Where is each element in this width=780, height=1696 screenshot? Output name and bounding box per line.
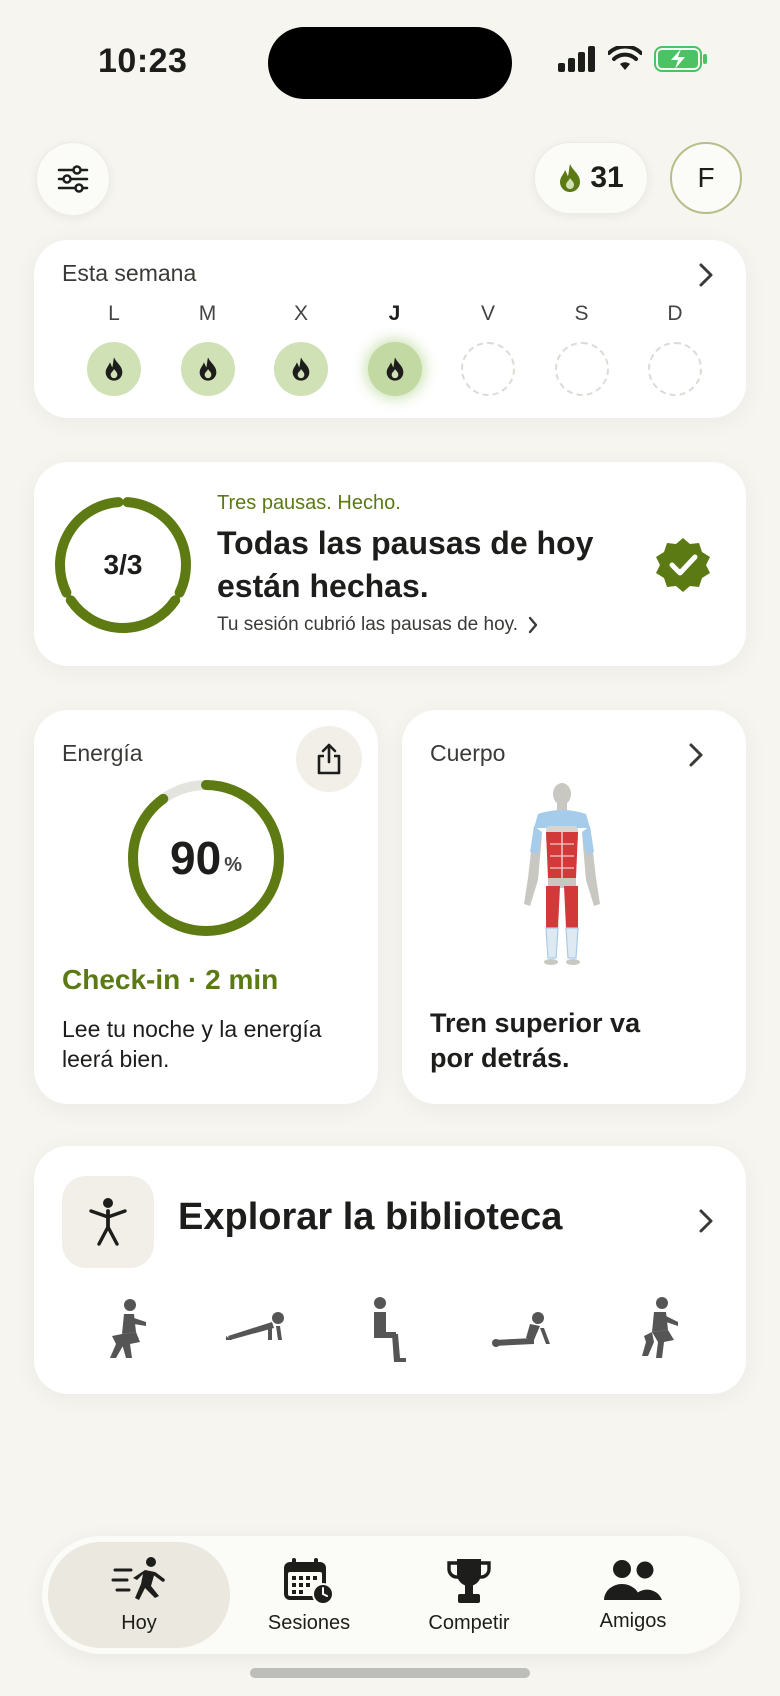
week-day-letter: J	[388, 302, 401, 325]
library-title: Explorar la biblioteca	[178, 1196, 563, 1238]
week-day-status	[87, 342, 141, 396]
cobra-figure-icon[interactable]	[490, 1310, 552, 1352]
nav-label-sesiones: Sesiones	[267, 1611, 351, 1634]
week-day-status	[180, 342, 235, 396]
pauses-headline-line2: están hechas.	[217, 568, 429, 604]
filters-button[interactable]	[36, 142, 110, 216]
streak-count: 31	[590, 161, 624, 194]
nav-item-amigos[interactable]: Amigos	[558, 1536, 708, 1654]
body-title: Cuerpo	[430, 740, 506, 766]
body-card[interactable]: Cuerpo Tren superior va por detrás.	[402, 710, 746, 1104]
avatar[interactable]: F	[670, 142, 742, 214]
verified-check-icon	[656, 538, 710, 592]
week-day[interactable]: V	[460, 302, 516, 396]
body-description-line1: Tren superior va	[430, 1008, 641, 1038]
chevron-right-icon	[699, 1209, 713, 1233]
flame-icon	[105, 357, 123, 381]
energy-description-line2: leerá bien.	[62, 1046, 170, 1072]
week-day-status	[554, 342, 609, 396]
cellular-signal-icon	[558, 46, 595, 72]
week-day[interactable]: L	[86, 302, 142, 396]
body-muscle-map	[524, 783, 600, 965]
week-day[interactable]: J	[367, 302, 423, 396]
jump-squat-figure-icon[interactable]	[638, 1296, 688, 1362]
energy-value-unit: %	[224, 853, 242, 876]
week-day-letter: X	[293, 302, 308, 325]
week-day[interactable]: X	[273, 302, 329, 396]
week-day[interactable]: S	[554, 302, 610, 396]
status-time: 10:23	[98, 42, 188, 80]
nav-label-hoy: Hoy	[121, 1611, 157, 1634]
share-button[interactable]	[296, 726, 362, 792]
trophy-icon	[447, 1558, 491, 1603]
pauses-headline: Todas las pausas de hoy están hechas.	[217, 522, 593, 608]
person-exercise-icon	[89, 1198, 127, 1246]
battery-charging-icon	[654, 46, 707, 72]
flame-icon	[292, 357, 310, 381]
bottom-nav: Hoy Sesiones Competir Amigos	[42, 1536, 740, 1654]
calendar-icon	[284, 1557, 334, 1605]
pauses-kicker: Tres pausas. Hecho.	[217, 492, 401, 514]
week-day-letter: V	[480, 302, 495, 325]
squat-figure-icon[interactable]	[100, 1298, 156, 1362]
energy-value: 90 %	[122, 774, 290, 942]
week-card[interactable]: Esta semana L M X J V S D	[34, 240, 746, 418]
wall-sit-figure-icon[interactable]	[362, 1296, 412, 1362]
share-icon	[317, 743, 341, 775]
library-card[interactable]: Explorar la biblioteca	[34, 1146, 746, 1394]
week-day[interactable]: M	[180, 302, 236, 396]
energy-title: Energía	[62, 740, 143, 766]
week-day-letter: D	[667, 302, 683, 325]
week-day-status	[274, 342, 328, 396]
status-icons	[558, 46, 708, 72]
week-day-status	[461, 342, 515, 396]
nav-item-competir[interactable]: Competir	[394, 1536, 544, 1654]
nav-item-sesiones[interactable]: Sesiones	[234, 1536, 384, 1654]
week-day-letter: M	[198, 302, 217, 325]
pauses-progress-label: 3/3	[103, 549, 143, 580]
week-day-status	[367, 342, 422, 396]
body-description-line2: por detrás.	[430, 1043, 570, 1073]
streak-badge[interactable]: 31	[534, 142, 648, 214]
energy-description-line1: Lee tu noche y la energía	[62, 1016, 322, 1042]
runner-icon	[111, 1556, 165, 1600]
pauses-card[interactable]: 3/3 Tres pausas. Hecho. Todas las pausas…	[34, 462, 746, 666]
body-description: Tren superior va por detrás.	[430, 1006, 640, 1076]
energy-value-number: 90	[170, 832, 222, 884]
friends-icon	[604, 1559, 662, 1600]
week-day-status	[648, 342, 702, 396]
dynamic-island	[268, 27, 512, 99]
flame-icon	[560, 164, 581, 192]
week-day-letter: S	[574, 302, 589, 325]
flame-icon	[199, 357, 216, 381]
chevron-right-icon	[689, 743, 703, 767]
nav-item-hoy[interactable]: Hoy	[48, 1542, 230, 1648]
flame-icon	[386, 357, 403, 381]
wifi-icon	[608, 46, 642, 70]
week-title: Esta semana	[62, 260, 197, 286]
pauses-subline[interactable]: Tu sesión cubrió las pausas de hoy.	[217, 614, 538, 636]
energy-description: Lee tu noche y la energía leerá bien.	[62, 1014, 322, 1074]
week-day-letter: L	[108, 302, 120, 325]
library-icon-tile	[62, 1176, 154, 1268]
energy-card[interactable]: Energía 90 % Check-in · 2 min Lee tu noc…	[34, 710, 378, 1104]
week-day[interactable]: D	[647, 302, 703, 396]
home-indicator	[250, 1668, 530, 1678]
sliders-icon	[57, 165, 89, 193]
chevron-right-icon	[699, 263, 713, 287]
nav-label-competir: Competir	[428, 1611, 510, 1634]
plank-figure-icon[interactable]	[224, 1306, 286, 1354]
energy-checkin-label[interactable]: Check-in · 2 min	[62, 964, 278, 996]
pauses-headline-line1: Todas las pausas de hoy	[217, 525, 594, 561]
chevron-right-icon	[528, 616, 538, 634]
pauses-subline-text: Tu sesión cubrió las pausas de hoy.	[217, 614, 519, 635]
nav-label-amigos: Amigos	[599, 1609, 667, 1632]
